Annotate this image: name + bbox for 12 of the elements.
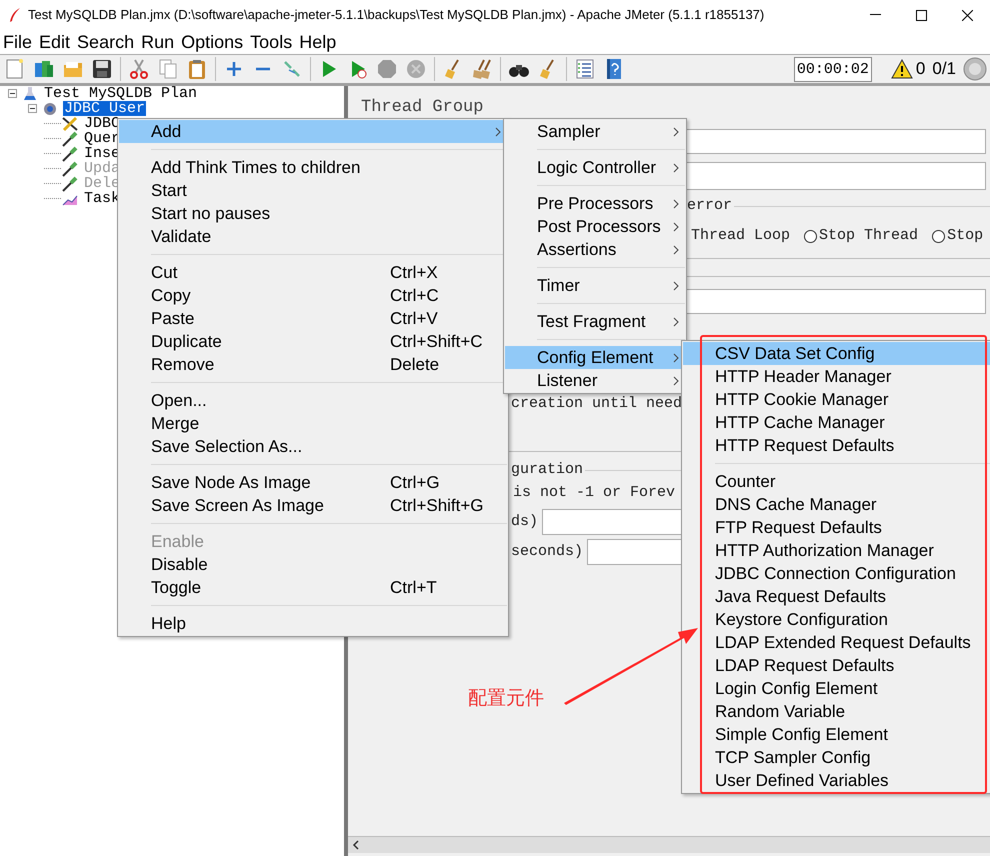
field-label: seconds) [511, 542, 584, 562]
elapsed-time: 00:00:02 [794, 56, 872, 82]
panel-title: Thread Group [361, 98, 484, 118]
field-label: ds) [511, 512, 538, 532]
group-label: error [687, 196, 732, 216]
warning-count: 0 [916, 58, 926, 80]
note-text: is not -1 or Forev [513, 483, 676, 503]
group-label: guration [511, 460, 584, 480]
annotation-label: 配置元件 [468, 687, 544, 711]
thread-count: 0/1 [932, 58, 956, 80]
checkbox-label: creation until need [511, 394, 682, 414]
window-title: Test MySQLDB Plan.jmx (D:\software\apache-jmeter-5.1.1\backups\Test MySQLDB Plan.jmx) - Apache JMeter (5.1.1 r1855137) [28, 6, 764, 24]
